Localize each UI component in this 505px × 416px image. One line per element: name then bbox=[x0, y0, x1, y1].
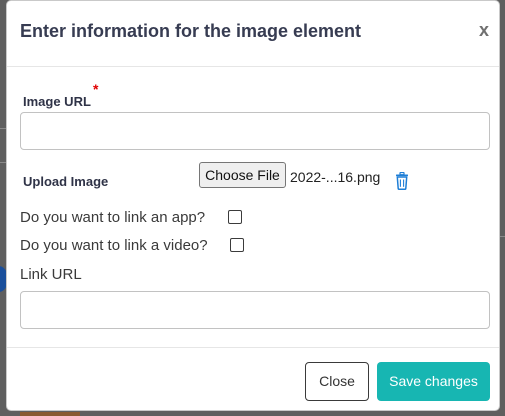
trash-icon[interactable] bbox=[395, 172, 409, 190]
modal-title: Enter information for the image element bbox=[20, 21, 362, 41]
modal-footer: Close Save changes bbox=[7, 347, 499, 410]
backdrop-shape bbox=[20, 412, 80, 416]
save-changes-button[interactable]: Save changes bbox=[377, 362, 490, 401]
close-icon[interactable]: x bbox=[479, 20, 489, 41]
link-app-label: Do you want to link an app? bbox=[20, 209, 206, 226]
link-app-checkbox[interactable] bbox=[228, 210, 242, 224]
image-url-input[interactable] bbox=[20, 112, 490, 150]
close-button[interactable]: Close bbox=[305, 362, 369, 401]
selected-file-name: 2022-...16.png bbox=[290, 169, 381, 185]
link-url-label: Link URL bbox=[20, 266, 82, 283]
link-video-label: Do you want to link a video? bbox=[20, 237, 208, 254]
choose-file-button[interactable]: Choose File bbox=[199, 162, 286, 188]
upload-image-label: Upload Image bbox=[23, 174, 109, 189]
link-url-input[interactable] bbox=[20, 291, 490, 329]
link-video-checkbox[interactable] bbox=[230, 238, 244, 252]
image-url-label: Image URL bbox=[23, 94, 91, 109]
modal-header: Enter information for the image element … bbox=[7, 1, 499, 67]
required-marker: * bbox=[93, 81, 99, 97]
image-element-modal: Enter information for the image element … bbox=[6, 0, 500, 411]
